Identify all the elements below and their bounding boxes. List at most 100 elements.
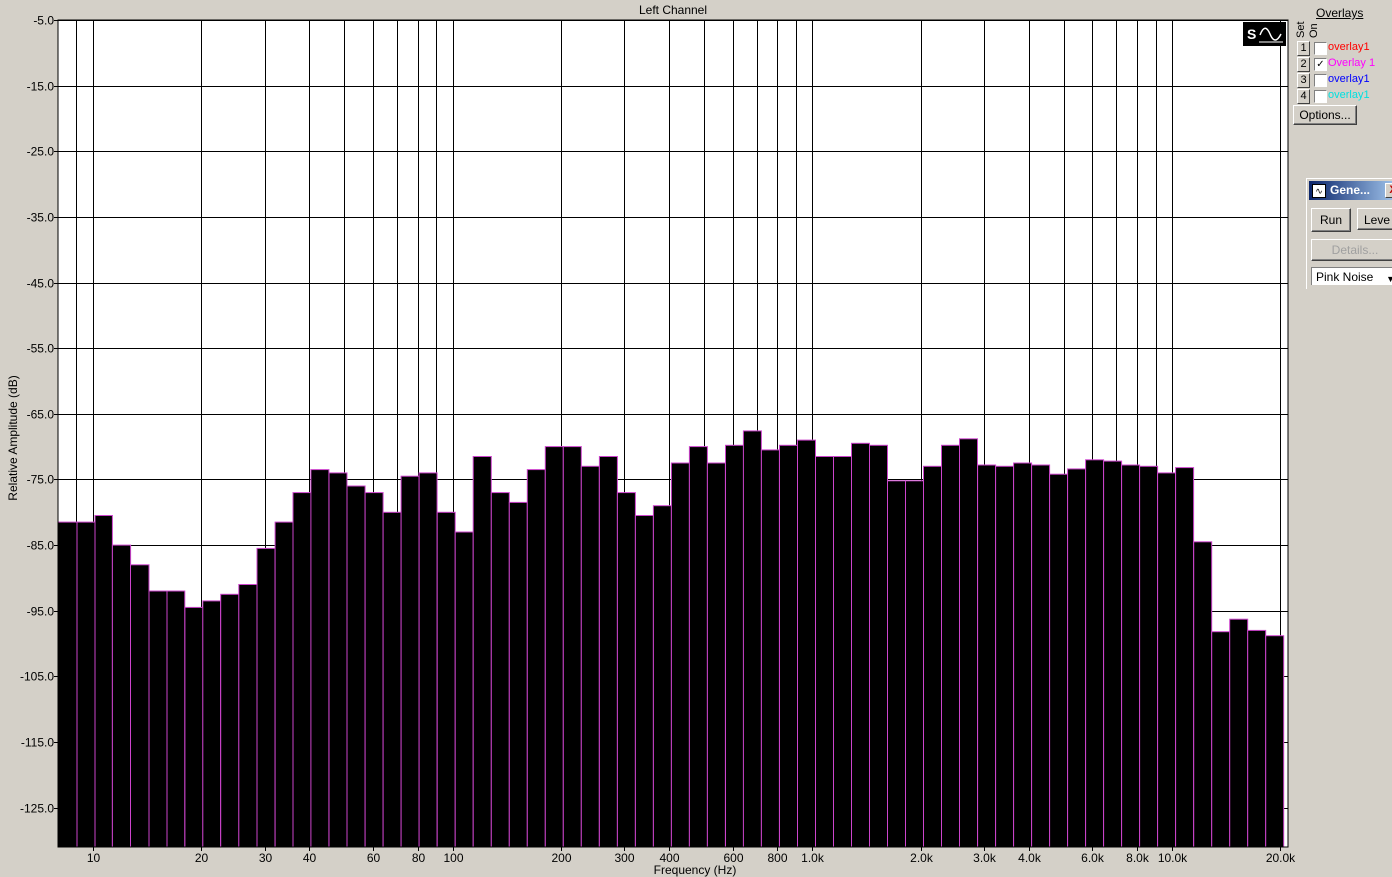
spectrum-bar (1211, 631, 1231, 848)
spectrum-bar (1175, 467, 1195, 848)
overlay-name-2: Overlay 1 (1328, 57, 1376, 69)
spectrum-bar (220, 593, 240, 848)
y-tick-label: -45.0 (27, 277, 55, 291)
spectrum-bar (1103, 460, 1123, 848)
y-tick-label: -85.0 (27, 539, 55, 553)
x-tick-label: 60 (367, 851, 381, 865)
spectrum-chart: -5.0 -15.0 -25.0 -35.0 -45.0 -55.0 -65.0 -75.0 -… (0, 0, 1392, 877)
overlay-checkbox-2[interactable]: ✓ (1314, 58, 1327, 71)
spectrum-bar (760, 449, 780, 848)
close-icon[interactable]: X (1385, 183, 1392, 198)
y-tick-label: -25.0 (27, 145, 55, 159)
spectrum-bar (490, 492, 510, 848)
overlay-set-button-3[interactable]: 3 (1297, 73, 1310, 88)
spectrum-bar (905, 480, 924, 848)
set-column-header: Set (1295, 21, 1307, 38)
spectrum-bar (742, 430, 762, 848)
x-tick-label: 80 (412, 851, 426, 865)
spectrum-bar (1031, 464, 1051, 848)
spectrum-bar (1139, 465, 1159, 848)
overlay-row-2: 2 ✓ Overlay 1 (1297, 57, 1392, 72)
overlay-row-1: 1 overlay1 (1297, 41, 1392, 56)
run-button[interactable]: Run (1311, 208, 1351, 232)
spectrum-bar (634, 515, 654, 848)
spectrum-bar (1265, 635, 1285, 848)
spectrum-bar (184, 606, 204, 848)
spectrum-bar (580, 465, 600, 848)
level-button[interactable]: Leve (1357, 208, 1392, 230)
overlay-checkbox-4[interactable] (1314, 90, 1327, 103)
spectrum-bar (833, 456, 852, 848)
spectrum-bar (1121, 464, 1141, 848)
spectrum-bar (382, 511, 402, 848)
y-tick-label: -35.0 (27, 211, 55, 225)
overlays-panel: Overlays Set On 1 overlay1 2 ✓ Overlay 1… (1293, 4, 1392, 126)
spectrum-bar (725, 444, 744, 848)
y-tick-label: -95.0 (27, 605, 55, 619)
generator-title-bar[interactable]: ∿ Gene... X (1309, 181, 1392, 200)
overlay-set-button-1[interactable]: 1 (1297, 41, 1310, 56)
spectrum-bar (652, 505, 672, 848)
overlay-set-button-2[interactable]: 2 (1297, 57, 1310, 72)
spectrum-bar (256, 547, 276, 848)
y-axis-label: Relative Amplitude (dB) (6, 375, 20, 500)
y-tick-label: -75.0 (27, 473, 55, 487)
spectrum-bar (238, 584, 258, 848)
spectrum-bar (1085, 459, 1105, 848)
chevron-down-icon[interactable]: ▼ (1386, 270, 1392, 288)
options-button[interactable]: Options... (1293, 105, 1357, 125)
spectrum-bar (797, 439, 816, 848)
spectrum-bar (111, 544, 132, 848)
spectrum-bar (166, 590, 186, 848)
y-tick-label: -115.0 (21, 736, 54, 750)
y-tick-label: -105.0 (20, 670, 54, 684)
spectrum-bar (1247, 629, 1267, 848)
signal-type-select[interactable]: Pink Noise ▼ (1311, 267, 1392, 285)
overlay-checkbox-3[interactable] (1314, 74, 1327, 87)
spectrum-bar (1013, 462, 1033, 848)
y-tick-label: -125.0 (20, 802, 54, 816)
x-tick-label: 200 (551, 851, 571, 865)
signal-type-value: Pink Noise (1316, 270, 1374, 284)
x-tick-label: 10 (87, 851, 101, 865)
spectrum-bar (851, 442, 870, 848)
svg-text:S: S (1247, 26, 1256, 42)
x-axis-label: Frequency (Hz) (654, 863, 737, 877)
overlay-set-button-4[interactable]: 4 (1297, 89, 1310, 104)
overlay-row-4: 4 overlay1 (1297, 89, 1392, 104)
spectrum-bar (274, 521, 294, 848)
spectrum-bar (130, 564, 150, 848)
spectrum-bar (977, 464, 997, 848)
x-tick-label: 20 (195, 851, 209, 865)
x-tick-label: 6.0k (1081, 851, 1105, 865)
spectrum-bar (454, 531, 474, 848)
y-tick-label: -5.0 (33, 14, 54, 28)
spectrum-bar (688, 446, 708, 848)
analyzer-logo-icon[interactable]: S (1243, 22, 1286, 46)
spectrum-bar (779, 444, 798, 848)
spectrum-bar (148, 590, 168, 848)
x-tick-label: 3.0k (973, 851, 997, 865)
y-tick-label: -65.0 (27, 408, 55, 422)
x-tick-label: 40 (303, 851, 317, 865)
x-tick-label: 1.0k (801, 851, 825, 865)
overlay-checkbox-1[interactable] (1314, 42, 1327, 55)
x-tick-label: 4.0k (1018, 851, 1042, 865)
spectrum-bar (887, 480, 906, 848)
spectrum-bar (436, 511, 456, 848)
x-tick-label: 20.0k (1266, 851, 1296, 865)
spectrum-bar (616, 492, 636, 848)
spectrum-bar (346, 485, 366, 848)
spectrum-bar (706, 462, 726, 848)
spectrum-bar (1229, 618, 1249, 848)
x-tick-label: 800 (767, 851, 787, 865)
spectrum-bar (526, 469, 546, 848)
generator-panel: ∿ Gene... X Run Leve Details... Pink Noi… (1306, 178, 1392, 289)
x-tick-label: 8.0k (1126, 851, 1150, 865)
details-button[interactable]: Details... (1311, 239, 1392, 261)
y-tick-label: -55.0 (27, 342, 55, 356)
spectrum-bar (670, 462, 690, 848)
x-tick-label: 2.0k (910, 851, 934, 865)
spectrum-bar (544, 446, 564, 848)
overlay-name-1: overlay1 (1328, 41, 1370, 53)
